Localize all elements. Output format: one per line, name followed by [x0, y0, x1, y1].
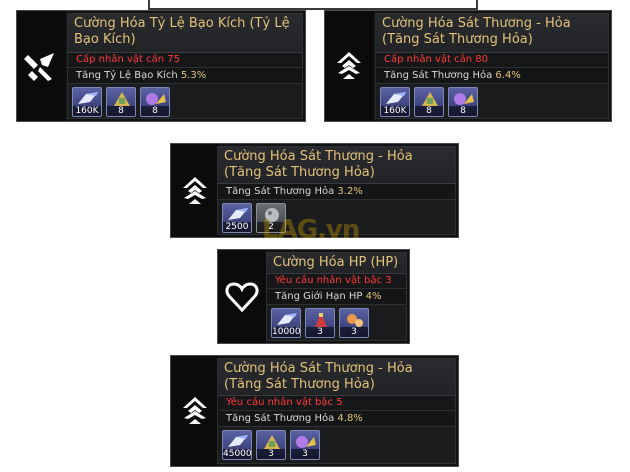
skill-title: Cường Hóa HP (HP) — [267, 253, 406, 274]
skill-effect: Tăng Sát Thương Hỏa 4.8% — [218, 411, 455, 427]
red-material-icon[interactable]: 3 — [305, 308, 335, 338]
skill-node-crit-rate[interactable]: Cường Hóa Tỷ Lệ Bạo Kích (Tỷ Lệ Bạo Kích… — [16, 10, 306, 122]
material-count: 8 — [415, 106, 443, 116]
effect-value: 4% — [365, 291, 382, 302]
fire-emblem-icon — [171, 144, 219, 237]
gold-material-icon[interactable]: 3 — [256, 430, 286, 460]
enhancement-stone-icon[interactable]: 45000 — [222, 430, 252, 460]
purple-material-icon[interactable]: 8 — [448, 87, 478, 117]
effect-label: Tăng Sát Thương Hỏa — [384, 70, 493, 81]
skill-effect: Tăng Sát Thương Hỏa 3.2% — [218, 184, 455, 200]
material-count: 8 — [449, 106, 477, 116]
gold-material-icon[interactable]: 8 — [414, 87, 444, 117]
material-count: 160K — [73, 106, 101, 116]
material-count: 160K — [381, 106, 409, 116]
fire-emblem-icon — [171, 356, 219, 466]
skill-effect: Tăng Sát Thương Hỏa 6.4% — [376, 68, 608, 84]
skill-title: Cường Hóa Sát Thương - Hỏa (Tăng Sát Thư… — [218, 147, 455, 184]
watermark-logo: LAG.vn — [262, 215, 360, 245]
effect-label: Tăng Sát Thương Hỏa — [226, 186, 335, 197]
skill-requirement: Cấp nhân vật cần 80 — [376, 53, 608, 68]
material-count: 3 — [340, 327, 368, 337]
material-count: 2500 — [223, 222, 251, 232]
skill-requirement: Yêu cầu nhân vật bậc 5 — [218, 396, 455, 411]
tree-connector — [476, 0, 478, 10]
skill-requirement: Cấp nhân vật cần 75 — [68, 53, 302, 68]
material-count: 3 — [291, 449, 319, 459]
effect-label: Tăng Giới Hạn HP — [275, 291, 363, 302]
material-count: 45000 — [223, 449, 252, 459]
enhancement-stone-icon[interactable]: 2500 — [222, 203, 252, 233]
skill-details-panel: Cường Hóa HP (HP) Yêu cầu nhân vật bậc 3… — [266, 252, 407, 341]
orange-material-icon[interactable]: 3 — [339, 308, 369, 338]
skill-details-panel: Cường Hóa Sát Thương - Hỏa (Tăng Sát Thư… — [375, 13, 609, 119]
skill-node-hp[interactable]: Cường Hóa HP (HP) Yêu cầu nhân vật bậc 3… — [217, 249, 410, 344]
material-count: 3 — [306, 327, 334, 337]
purple-material-icon[interactable]: 3 — [290, 430, 320, 460]
material-count: 8 — [107, 106, 135, 116]
skill-node-fire-damage-1[interactable]: Cường Hóa Sát Thương - Hỏa (Tăng Sát Thư… — [324, 10, 612, 122]
skill-effect: Tăng Tỷ Lệ Bạo Kích 5.3% — [68, 68, 302, 84]
skill-title: Cường Hóa Sát Thương - Hỏa (Tăng Sát Thư… — [218, 359, 455, 396]
skill-details-panel: Cường Hóa Sát Thương - Hỏa (Tăng Sát Thư… — [217, 358, 456, 464]
effect-value: 5.3% — [180, 70, 207, 81]
effect-value: 6.4% — [495, 70, 521, 81]
fire-emblem-icon — [325, 11, 373, 121]
effect-value: 3.2% — [337, 186, 363, 197]
skill-details-panel: Cường Hóa Tỷ Lệ Bạo Kích (Tỷ Lệ Bạo Kích… — [67, 13, 303, 119]
material-count: 3 — [257, 449, 285, 459]
skill-effect: Tăng Giới Hạn HP 4% — [267, 289, 406, 305]
effect-value: 4.8% — [337, 413, 363, 424]
heart-icon — [218, 250, 266, 343]
material-count: 10000 — [272, 327, 301, 337]
materials-list: 160K 8 8 — [68, 84, 302, 120]
skill-requirement: Yêu cầu nhân vật bậc 3 — [267, 274, 406, 289]
purple-material-icon[interactable]: 8 — [140, 87, 170, 117]
enhancement-stone-icon[interactable]: 10000 — [271, 308, 301, 338]
materials-list: 45000 3 3 — [218, 427, 455, 463]
watermark-text: LAG.vn — [262, 215, 360, 245]
skill-node-fire-damage-3[interactable]: Cường Hóa Sát Thương - Hỏa (Tăng Sát Thư… — [170, 355, 459, 467]
skill-title: Cường Hóa Tỷ Lệ Bạo Kích (Tỷ Lệ Bạo Kích… — [68, 14, 302, 53]
materials-list: 160K 8 8 — [376, 84, 608, 120]
material-count: 8 — [141, 106, 169, 116]
materials-list: 10000 3 3 — [267, 305, 406, 341]
enhancement-stone-icon[interactable]: 160K — [72, 87, 102, 117]
skill-title: Cường Hóa Sát Thương - Hỏa (Tăng Sát Thư… — [376, 14, 608, 53]
effect-label: Tăng Sát Thương Hỏa — [226, 413, 335, 424]
enhancement-stone-icon[interactable]: 160K — [380, 87, 410, 117]
effect-label: Tăng Tỷ Lệ Bạo Kích — [76, 70, 178, 81]
broken-sword-icon — [17, 11, 65, 121]
gold-material-icon[interactable]: 8 — [106, 87, 136, 117]
